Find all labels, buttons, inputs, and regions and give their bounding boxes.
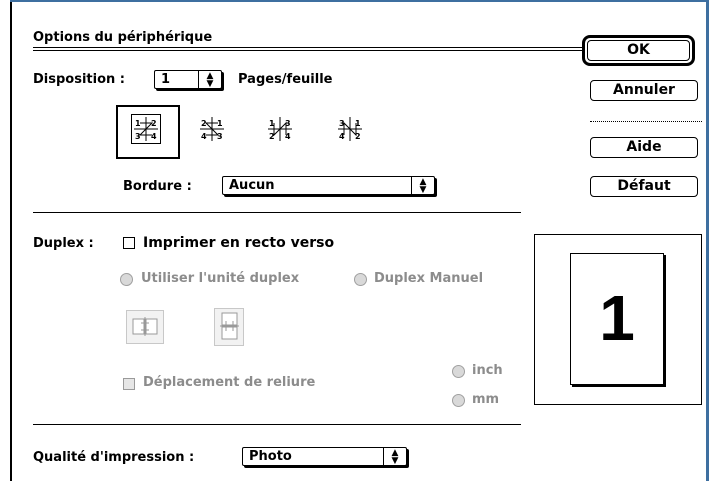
- duplex-checkbox-label: Imprimer en recto verso: [143, 235, 335, 251]
- dialog-title: Options du périphérique: [33, 30, 213, 45]
- layout-digit: 4: [201, 132, 207, 141]
- layout-digit: 2: [151, 119, 157, 128]
- ok-button-label: OK: [587, 40, 690, 61]
- default-button[interactable]: Défaut: [590, 176, 698, 197]
- layout-option-3[interactable]: 1 3 2 4: [265, 114, 295, 144]
- layout-digit: 1: [355, 119, 361, 128]
- layout-digit: 4: [285, 132, 291, 141]
- preview-page-number: 1: [599, 282, 635, 354]
- radio-duplex-unit[interactable]: [120, 273, 133, 286]
- section-divider: [33, 424, 521, 425]
- radio-unit-inch[interactable]: [452, 365, 465, 378]
- layout-digit: 1: [217, 119, 223, 128]
- window-frame-left: [10, 0, 12, 481]
- cancel-button[interactable]: Annuler: [590, 80, 698, 101]
- layout-digit: 3: [135, 132, 141, 141]
- popup-arrows-icon: ▲ ▼: [383, 448, 406, 466]
- radio-unit-mm[interactable]: [452, 394, 465, 407]
- radio-duplex-manual[interactable]: [354, 273, 367, 286]
- radio-duplex-unit-label: Utiliser l'unité duplex: [141, 271, 300, 286]
- button-separator: [590, 121, 702, 122]
- layout-option-1[interactable]: 1 2 3 4: [131, 114, 161, 144]
- layout-digit: 2: [201, 119, 207, 128]
- disposition-label: Disposition :: [33, 72, 125, 87]
- title-rule: [33, 50, 583, 51]
- layout-digit: 4: [151, 132, 157, 141]
- popup-arrows-icon: ▲ ▼: [198, 71, 221, 89]
- preview-page: 1: [570, 253, 664, 385]
- duplex-short-edge-icon[interactable]: [214, 308, 244, 346]
- title-rule: [33, 47, 583, 48]
- section-divider: [33, 212, 521, 213]
- radio-unit-mm-label: mm: [472, 392, 500, 407]
- layout-digit: 3: [217, 132, 223, 141]
- quality-value: Photo: [249, 449, 292, 464]
- quality-popup[interactable]: Photo ▲ ▼: [242, 447, 407, 466]
- bordure-popup[interactable]: Aucun ▲ ▼: [222, 176, 435, 195]
- bordure-label: Bordure :: [123, 179, 192, 194]
- ok-button[interactable]: OK: [582, 35, 695, 66]
- layout-digit: 2: [269, 132, 275, 141]
- binding-offset-checkbox[interactable]: [123, 378, 135, 390]
- duplex-checkbox[interactable]: [123, 237, 135, 249]
- layout-digit: 1: [269, 119, 275, 128]
- duplex-long-edge-icon[interactable]: [126, 310, 164, 344]
- duplex-label: Duplex :: [33, 236, 94, 251]
- window-frame-top: [10, 0, 709, 2]
- pages-per-sheet-value: 1: [161, 72, 171, 87]
- layout-digit: 3: [339, 119, 345, 128]
- layout-digit: 3: [285, 119, 291, 128]
- bordure-value: Aucun: [229, 178, 275, 193]
- layout-digit: 1: [135, 119, 141, 128]
- quality-label: Qualité d'impression :: [33, 450, 195, 465]
- pages-per-sheet-suffix: Pages/feuille: [238, 72, 333, 87]
- pages-per-sheet-popup[interactable]: 1 ▲ ▼: [154, 70, 222, 89]
- layout-option-4[interactable]: 3 1 4 2: [335, 114, 365, 144]
- layout-digit: 4: [339, 132, 345, 141]
- binding-offset-label: Déplacement de reliure: [143, 375, 316, 390]
- radio-duplex-manual-label: Duplex Manuel: [374, 271, 484, 286]
- layout-digit: 2: [355, 132, 361, 141]
- layout-option-2[interactable]: 2 1 4 3: [197, 114, 227, 144]
- radio-unit-inch-label: inch: [472, 363, 503, 378]
- popup-arrows-icon: ▲ ▼: [411, 177, 434, 195]
- help-button[interactable]: Aide: [590, 137, 698, 158]
